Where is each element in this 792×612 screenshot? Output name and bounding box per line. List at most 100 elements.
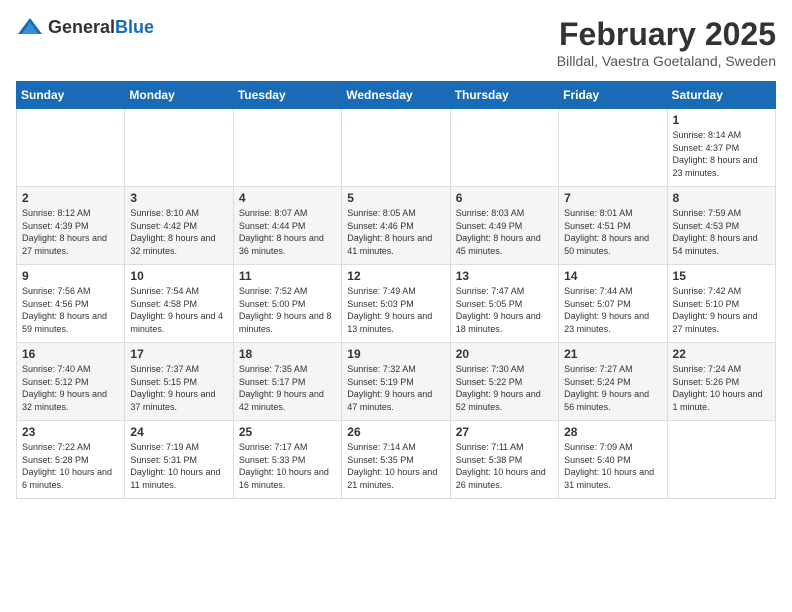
day-info: Sunrise: 7:30 AM Sunset: 5:22 PM Dayligh… [456, 363, 553, 413]
day-info: Sunrise: 8:12 AM Sunset: 4:39 PM Dayligh… [22, 207, 119, 257]
col-header-sunday: Sunday [17, 82, 125, 109]
day-number: 8 [673, 191, 770, 205]
day-cell: 6 Sunrise: 8:03 AM Sunset: 4:49 PM Daylig… [450, 187, 558, 265]
day-info: Sunrise: 7:47 AM Sunset: 5:05 PM Dayligh… [456, 285, 553, 335]
day-number: 20 [456, 347, 553, 361]
day-info: Sunrise: 8:01 AM Sunset: 4:51 PM Dayligh… [564, 207, 661, 257]
day-number: 15 [673, 269, 770, 283]
day-cell: 10 Sunrise: 7:54 AM Sunset: 4:58 PM Dayli… [125, 265, 233, 343]
day-number: 19 [347, 347, 444, 361]
day-info: Sunrise: 7:09 AM Sunset: 5:40 PM Dayligh… [564, 441, 661, 491]
day-cell: 20 Sunrise: 7:30 AM Sunset: 5:22 PM Dayli… [450, 343, 558, 421]
col-header-tuesday: Tuesday [233, 82, 341, 109]
day-cell [125, 109, 233, 187]
day-number: 21 [564, 347, 661, 361]
day-cell [17, 109, 125, 187]
day-number: 6 [456, 191, 553, 205]
day-cell: 28Sunrise: 7:09 AM Sunset: 5:40 PM Dayli… [559, 421, 667, 499]
day-info: Sunrise: 8:03 AM Sunset: 4:49 PM Dayligh… [456, 207, 553, 257]
day-info: Sunrise: 7:44 AM Sunset: 5:07 PM Dayligh… [564, 285, 661, 335]
calendar-header-row: SundayMondayTuesdayWednesdayThursdayFrid… [17, 82, 776, 109]
day-info: Sunrise: 7:22 AM Sunset: 5:28 PM Dayligh… [22, 441, 119, 491]
week-row-2: 2 Sunrise: 8:12 AM Sunset: 4:39 PM Daylig… [17, 187, 776, 265]
day-number: 5 [347, 191, 444, 205]
week-row-5: 23 Sunrise: 7:22 AM Sunset: 5:28 PM Dayli… [17, 421, 776, 499]
day-number: 17 [130, 347, 227, 361]
page-title: February 2025 [557, 16, 776, 53]
day-info: Sunrise: 7:32 AM Sunset: 5:19 PM Dayligh… [347, 363, 444, 413]
day-cell: 2 Sunrise: 8:12 AM Sunset: 4:39 PM Daylig… [17, 187, 125, 265]
day-cell: 23 Sunrise: 7:22 AM Sunset: 5:28 PM Dayli… [17, 421, 125, 499]
col-header-wednesday: Wednesday [342, 82, 450, 109]
day-cell: 12 Sunrise: 7:49 AM Sunset: 5:03 PM Dayli… [342, 265, 450, 343]
title-block: February 2025 Billdal, Vaestra Goetaland… [557, 16, 776, 69]
logo-text-general: General [48, 17, 115, 37]
day-cell: 8 Sunrise: 7:59 AM Sunset: 4:53 PM Daylig… [667, 187, 775, 265]
day-cell: 24 Sunrise: 7:19 AM Sunset: 5:31 PM Dayli… [125, 421, 233, 499]
day-number: 26 [347, 425, 444, 439]
day-number: 2 [22, 191, 119, 205]
day-number: 3 [130, 191, 227, 205]
week-row-1: 1 Sunrise: 8:14 AM Sunset: 4:37 PM Daylig… [17, 109, 776, 187]
day-number: 7 [564, 191, 661, 205]
day-number: 18 [239, 347, 336, 361]
day-cell: 15 Sunrise: 7:42 AM Sunset: 5:10 PM Dayli… [667, 265, 775, 343]
day-info: Sunrise: 7:19 AM Sunset: 5:31 PM Dayligh… [130, 441, 227, 491]
col-header-friday: Friday [559, 82, 667, 109]
day-number: 4 [239, 191, 336, 205]
day-number: 10 [130, 269, 227, 283]
day-info: Sunrise: 7:27 AM Sunset: 5:24 PM Dayligh… [564, 363, 661, 413]
day-cell: 9 Sunrise: 7:56 AM Sunset: 4:56 PM Daylig… [17, 265, 125, 343]
day-cell [450, 109, 558, 187]
day-info: Sunrise: 7:35 AM Sunset: 5:17 PM Dayligh… [239, 363, 336, 413]
day-info: Sunrise: 7:42 AM Sunset: 5:10 PM Dayligh… [673, 285, 770, 335]
day-info: Sunrise: 7:40 AM Sunset: 5:12 PM Dayligh… [22, 363, 119, 413]
day-cell: 26Sunrise: 7:14 AM Sunset: 5:35 PM Dayli… [342, 421, 450, 499]
day-cell: 19 Sunrise: 7:32 AM Sunset: 5:19 PM Dayli… [342, 343, 450, 421]
col-header-monday: Monday [125, 82, 233, 109]
day-number: 25 [239, 425, 336, 439]
day-cell: 11Sunrise: 7:52 AM Sunset: 5:00 PM Dayli… [233, 265, 341, 343]
day-info: Sunrise: 7:54 AM Sunset: 4:58 PM Dayligh… [130, 285, 227, 335]
day-cell [559, 109, 667, 187]
location-subtitle: Billdal, Vaestra Goetaland, Sweden [557, 53, 776, 69]
day-cell: 1 Sunrise: 8:14 AM Sunset: 4:37 PM Daylig… [667, 109, 775, 187]
day-number: 12 [347, 269, 444, 283]
week-row-3: 9 Sunrise: 7:56 AM Sunset: 4:56 PM Daylig… [17, 265, 776, 343]
day-cell: 18 Sunrise: 7:35 AM Sunset: 5:17 PM Dayli… [233, 343, 341, 421]
day-cell [233, 109, 341, 187]
day-cell: 16 Sunrise: 7:40 AM Sunset: 5:12 PM Dayli… [17, 343, 125, 421]
day-number: 22 [673, 347, 770, 361]
day-info: Sunrise: 7:11 AM Sunset: 5:38 PM Dayligh… [456, 441, 553, 491]
day-cell: 25Sunrise: 7:17 AM Sunset: 5:33 PM Dayli… [233, 421, 341, 499]
day-cell: 17 Sunrise: 7:37 AM Sunset: 5:15 PM Dayli… [125, 343, 233, 421]
day-number: 9 [22, 269, 119, 283]
day-info: Sunrise: 7:37 AM Sunset: 5:15 PM Dayligh… [130, 363, 227, 413]
day-cell: 21 Sunrise: 7:27 AM Sunset: 5:24 PM Dayli… [559, 343, 667, 421]
day-number: 23 [22, 425, 119, 439]
day-cell: 4Sunrise: 8:07 AM Sunset: 4:44 PM Daylig… [233, 187, 341, 265]
day-cell [342, 109, 450, 187]
day-cell: 5 Sunrise: 8:05 AM Sunset: 4:46 PM Daylig… [342, 187, 450, 265]
day-cell: 13 Sunrise: 7:47 AM Sunset: 5:05 PM Dayli… [450, 265, 558, 343]
day-info: Sunrise: 8:10 AM Sunset: 4:42 PM Dayligh… [130, 207, 227, 257]
col-header-thursday: Thursday [450, 82, 558, 109]
day-number: 13 [456, 269, 553, 283]
day-number: 1 [673, 113, 770, 127]
day-info: Sunrise: 7:56 AM Sunset: 4:56 PM Dayligh… [22, 285, 119, 335]
page-header: GeneralBlue February 2025 Billdal, Vaest… [16, 16, 776, 69]
day-info: Sunrise: 8:14 AM Sunset: 4:37 PM Dayligh… [673, 129, 770, 179]
day-cell: 7 Sunrise: 8:01 AM Sunset: 4:51 PM Daylig… [559, 187, 667, 265]
week-row-4: 16 Sunrise: 7:40 AM Sunset: 5:12 PM Dayli… [17, 343, 776, 421]
calendar-table: SundayMondayTuesdayWednesdayThursdayFrid… [16, 81, 776, 499]
day-number: 24 [130, 425, 227, 439]
day-info: Sunrise: 7:59 AM Sunset: 4:53 PM Dayligh… [673, 207, 770, 257]
day-cell: 14 Sunrise: 7:44 AM Sunset: 5:07 PM Dayli… [559, 265, 667, 343]
logo-icon [16, 16, 44, 38]
day-number: 14 [564, 269, 661, 283]
day-number: 16 [22, 347, 119, 361]
day-info: Sunrise: 8:05 AM Sunset: 4:46 PM Dayligh… [347, 207, 444, 257]
day-cell: 27Sunrise: 7:11 AM Sunset: 5:38 PM Dayli… [450, 421, 558, 499]
day-cell: 3 Sunrise: 8:10 AM Sunset: 4:42 PM Daylig… [125, 187, 233, 265]
day-info: Sunrise: 7:49 AM Sunset: 5:03 PM Dayligh… [347, 285, 444, 335]
